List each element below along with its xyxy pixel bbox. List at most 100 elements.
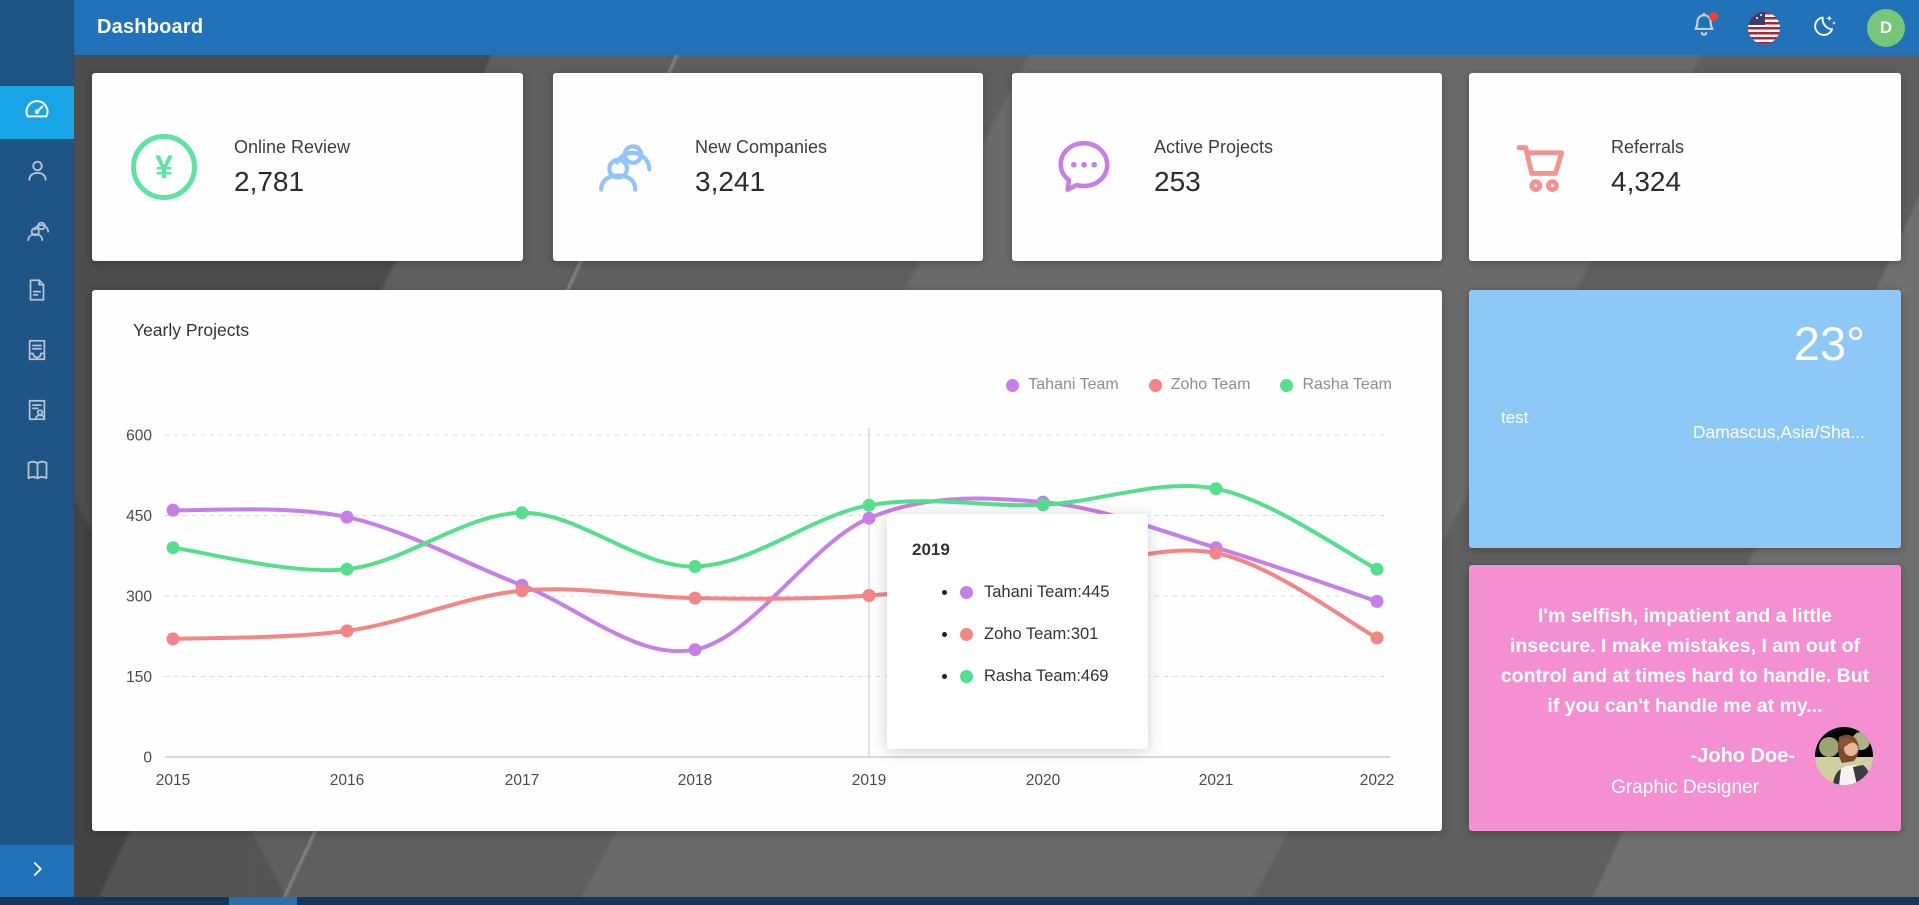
horizontal-scrollbar-thumb[interactable] (229, 897, 297, 905)
yen-icon: ¥ (130, 133, 198, 201)
data-point[interactable] (341, 563, 354, 576)
horizontal-scrollbar (0, 897, 1919, 905)
stat-card-active-projects: Active Projects 253 (1012, 73, 1442, 261)
data-point[interactable] (689, 560, 702, 573)
author-photo (1815, 727, 1873, 785)
us-flag-icon (1748, 12, 1780, 44)
sidebar-item-documents[interactable] (0, 326, 74, 379)
users-icon (24, 217, 51, 249)
moon-stars-icon (1809, 10, 1839, 45)
x-tick: 2020 (1026, 772, 1061, 789)
data-point[interactable] (1371, 563, 1384, 576)
x-tick: 2016 (330, 772, 364, 789)
bullet-icon (942, 632, 947, 637)
x-tick: 2017 (505, 772, 539, 789)
data-point[interactable] (1371, 595, 1384, 608)
data-point[interactable] (689, 592, 702, 605)
y-tick: 0 (143, 750, 152, 767)
data-point[interactable] (167, 504, 180, 517)
top-header: Dashboard (74, 0, 1919, 55)
sidebar-item-dashboard[interactable] (0, 86, 74, 139)
yearly-projects-card: Yearly Projects Tahani Team Zoho Team Ra… (92, 290, 1442, 831)
stat-card-new-companies: New Companies 3,241 (553, 73, 983, 261)
data-point[interactable] (1210, 482, 1223, 495)
x-tick: 2019 (852, 772, 886, 789)
file-icon (24, 277, 50, 308)
weather-card: 23° test Damascus,Asia/Sha... (1469, 290, 1901, 548)
data-point[interactable] (1371, 631, 1384, 644)
document-inbox-icon (24, 337, 50, 368)
stat-card-referrals: Referrals 4,324 (1469, 73, 1901, 261)
language-button[interactable] (1747, 11, 1781, 45)
chart-tooltip: 2019 Tahani Team:445 Zoho Team:301 Rasha… (887, 514, 1148, 749)
sidebar-item-user[interactable] (0, 146, 74, 199)
dark-mode-button[interactable] (1807, 11, 1841, 45)
data-point[interactable] (341, 511, 354, 524)
speedometer-icon (23, 96, 51, 129)
cart-icon (1507, 133, 1575, 201)
legend-item-rasha-team[interactable]: Rasha Team (1280, 376, 1392, 394)
legend-dot-icon (1280, 379, 1293, 392)
data-point[interactable] (516, 584, 529, 597)
x-tick: 2022 (1360, 772, 1394, 789)
x-tick: 2018 (678, 772, 712, 789)
book-icon (24, 457, 51, 489)
data-point[interactable] (341, 624, 354, 637)
notifications-button[interactable] (1687, 11, 1721, 45)
data-point[interactable] (863, 499, 876, 512)
legend-item-zoho-team[interactable]: Zoho Team (1149, 376, 1251, 394)
data-point[interactable] (167, 632, 180, 645)
document-person-icon (24, 397, 50, 428)
data-point[interactable] (863, 589, 876, 602)
notification-badge (1709, 12, 1718, 21)
data-point[interactable] (516, 506, 529, 519)
data-point[interactable] (689, 643, 702, 656)
data-point[interactable] (1210, 547, 1223, 560)
bullet-icon (942, 674, 947, 679)
legend-item-tahani-team[interactable]: Tahani Team (1006, 376, 1118, 394)
bullet-icon (942, 590, 947, 595)
quote-card: I'm selfish, impatient and a little inse… (1469, 565, 1901, 831)
stat-value: 4,324 (1611, 166, 1684, 198)
temperature-value: 23° (1794, 316, 1865, 371)
stat-label: Online Review (234, 137, 350, 158)
legend-label: Tahani Team (1028, 376, 1118, 394)
series-dot-icon (960, 670, 973, 683)
tooltip-value: Tahani Team:445 (984, 583, 1109, 602)
page-title: Dashboard (97, 16, 203, 39)
chart-title: Yearly Projects (133, 320, 249, 341)
data-point[interactable] (1037, 498, 1050, 511)
weather-name: test (1501, 408, 1528, 428)
line-chart: 0150300450600201520162017201820192020202… (92, 400, 1442, 810)
tooltip-value: Rasha Team:469 (984, 667, 1108, 686)
chevron-right-icon (28, 860, 46, 883)
stat-label: New Companies (695, 137, 827, 158)
legend-dot-icon (1006, 379, 1019, 392)
x-tick: 2015 (156, 772, 190, 789)
sidebar-item-teams[interactable] (0, 206, 74, 259)
sidebar-collapse-button[interactable] (0, 845, 74, 897)
users-icon (591, 133, 659, 201)
x-tick: 2021 (1199, 772, 1233, 789)
legend-dot-icon (1149, 379, 1162, 392)
tooltip-row: Rasha Team:469 (887, 667, 1148, 686)
legend-label: Rasha Team (1302, 376, 1392, 394)
stat-label: Referrals (1611, 137, 1684, 158)
chart-legend: Tahani Team Zoho Team Rasha Team (1006, 376, 1392, 394)
user-avatar[interactable]: D (1867, 9, 1905, 47)
stat-value: 3,241 (695, 166, 827, 198)
y-tick: 600 (126, 428, 152, 445)
chat-icon (1050, 133, 1118, 201)
sidebar-item-files[interactable] (0, 266, 74, 319)
legend-label: Zoho Team (1171, 376, 1251, 394)
sidebar-item-library[interactable] (0, 446, 74, 499)
data-point[interactable] (863, 512, 876, 525)
series-line-rasha-team[interactable] (173, 486, 1377, 570)
data-point[interactable] (167, 541, 180, 554)
sidebar-item-contracts[interactable] (0, 386, 74, 439)
quote-author: -Joho Doe- (1691, 745, 1795, 768)
stat-card-online-review: ¥ Online Review 2,781 (92, 73, 523, 261)
stat-label: Active Projects (1154, 137, 1273, 158)
y-tick: 300 (126, 589, 152, 606)
weather-location: Damascus,Asia/Sha... (1693, 422, 1865, 443)
